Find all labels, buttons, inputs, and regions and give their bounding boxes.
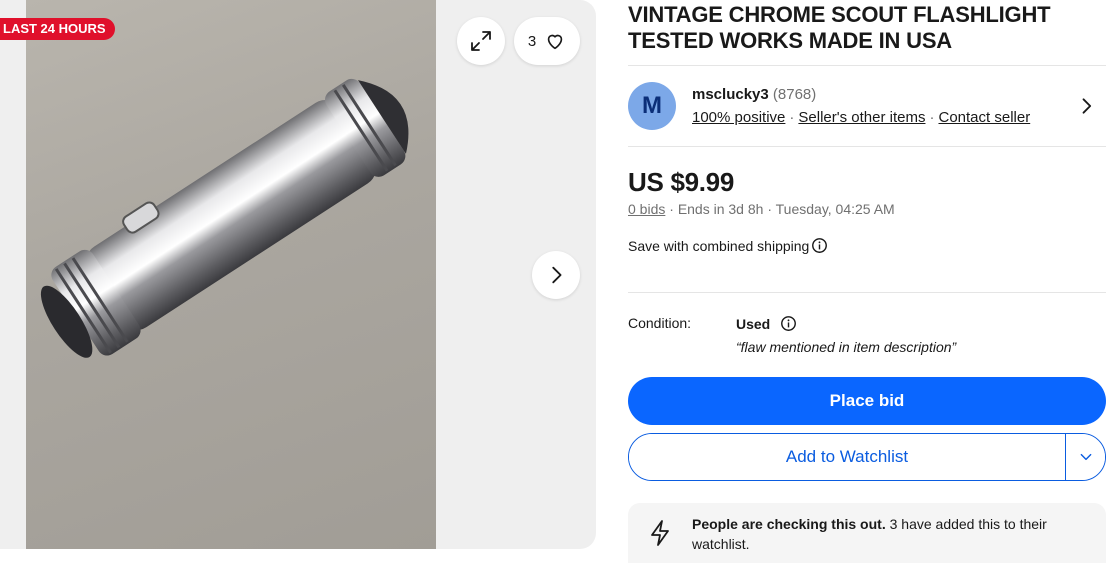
seller-other-items-link[interactable]: Seller's other items	[798, 109, 925, 126]
watchlist-control: Add to Watchlist	[628, 433, 1106, 481]
watchers-notice: People are checking this out. 3 have add…	[628, 503, 1106, 563]
end-time: Tuesday, 04:25 AM	[775, 201, 895, 217]
seller-feedback-count: (8768)	[772, 86, 817, 103]
notice-bold: People are checking this out.	[692, 516, 886, 532]
last-24-hours-badge: LAST 24 HOURS	[0, 18, 115, 40]
seller-name-line: msclucky3 (8768)	[692, 86, 816, 103]
expand-image-button[interactable]	[457, 17, 505, 65]
chevron-down-icon	[1080, 453, 1091, 461]
heart-icon	[547, 34, 563, 50]
watch-count: 3	[527, 32, 537, 50]
condition-value-line: Used	[736, 315, 797, 332]
product-image[interactable]	[26, 0, 436, 549]
seller-card[interactable]: M msclucky3 (8768) 100% positive · Seller'…	[628, 66, 1106, 146]
condition-value: Used	[736, 315, 771, 332]
avatar: M	[628, 82, 676, 130]
condition-label: Condition:	[628, 315, 692, 331]
ends-in: Ends in 3d 8h	[677, 201, 764, 217]
listing-title: VINTAGE CHROME SCOUT FLASHLIGHT TESTED W…	[628, 2, 1051, 53]
flashlight-illustration	[40, 78, 409, 358]
divider	[628, 292, 1106, 293]
watchlist-dropdown-button[interactable]	[1065, 434, 1105, 480]
divider	[628, 146, 1106, 147]
chevron-right-icon[interactable]	[1076, 96, 1096, 116]
notice-text: People are checking this out. 3 have add…	[692, 514, 1082, 554]
lightning-icon	[651, 520, 669, 546]
info-icon[interactable]	[811, 237, 828, 254]
chevron-right-icon	[552, 266, 562, 284]
expand-icon	[471, 31, 491, 51]
bids-line: 0 bids · Ends in 3d 8h · Tuesday, 04:25 …	[628, 201, 895, 217]
condition-note: “flaw mentioned in item description”	[736, 339, 957, 355]
shipping-note: Save with combined shipping	[628, 237, 810, 254]
info-icon[interactable]	[780, 315, 797, 332]
combined-shipping: Save with combined shipping	[628, 237, 828, 254]
seller-links: 100% positive · Seller's other items · Conta…	[692, 109, 1031, 126]
next-image-button[interactable]	[532, 251, 580, 299]
price: US $9.99	[628, 167, 735, 197]
place-bid-button[interactable]: Place bid	[628, 377, 1106, 425]
add-to-watchlist-button[interactable]: Add to Watchlist	[629, 434, 1065, 480]
seller-name[interactable]: msclucky3	[692, 86, 769, 103]
bids-link[interactable]: 0 bids	[628, 201, 665, 217]
image-gallery: LAST 24 HOURS 3	[0, 0, 596, 549]
positive-feedback-link[interactable]: 100% positive	[692, 109, 785, 126]
watch-heart-button[interactable]: 3	[514, 17, 580, 65]
contact-seller-link[interactable]: Contact seller	[938, 109, 1030, 126]
